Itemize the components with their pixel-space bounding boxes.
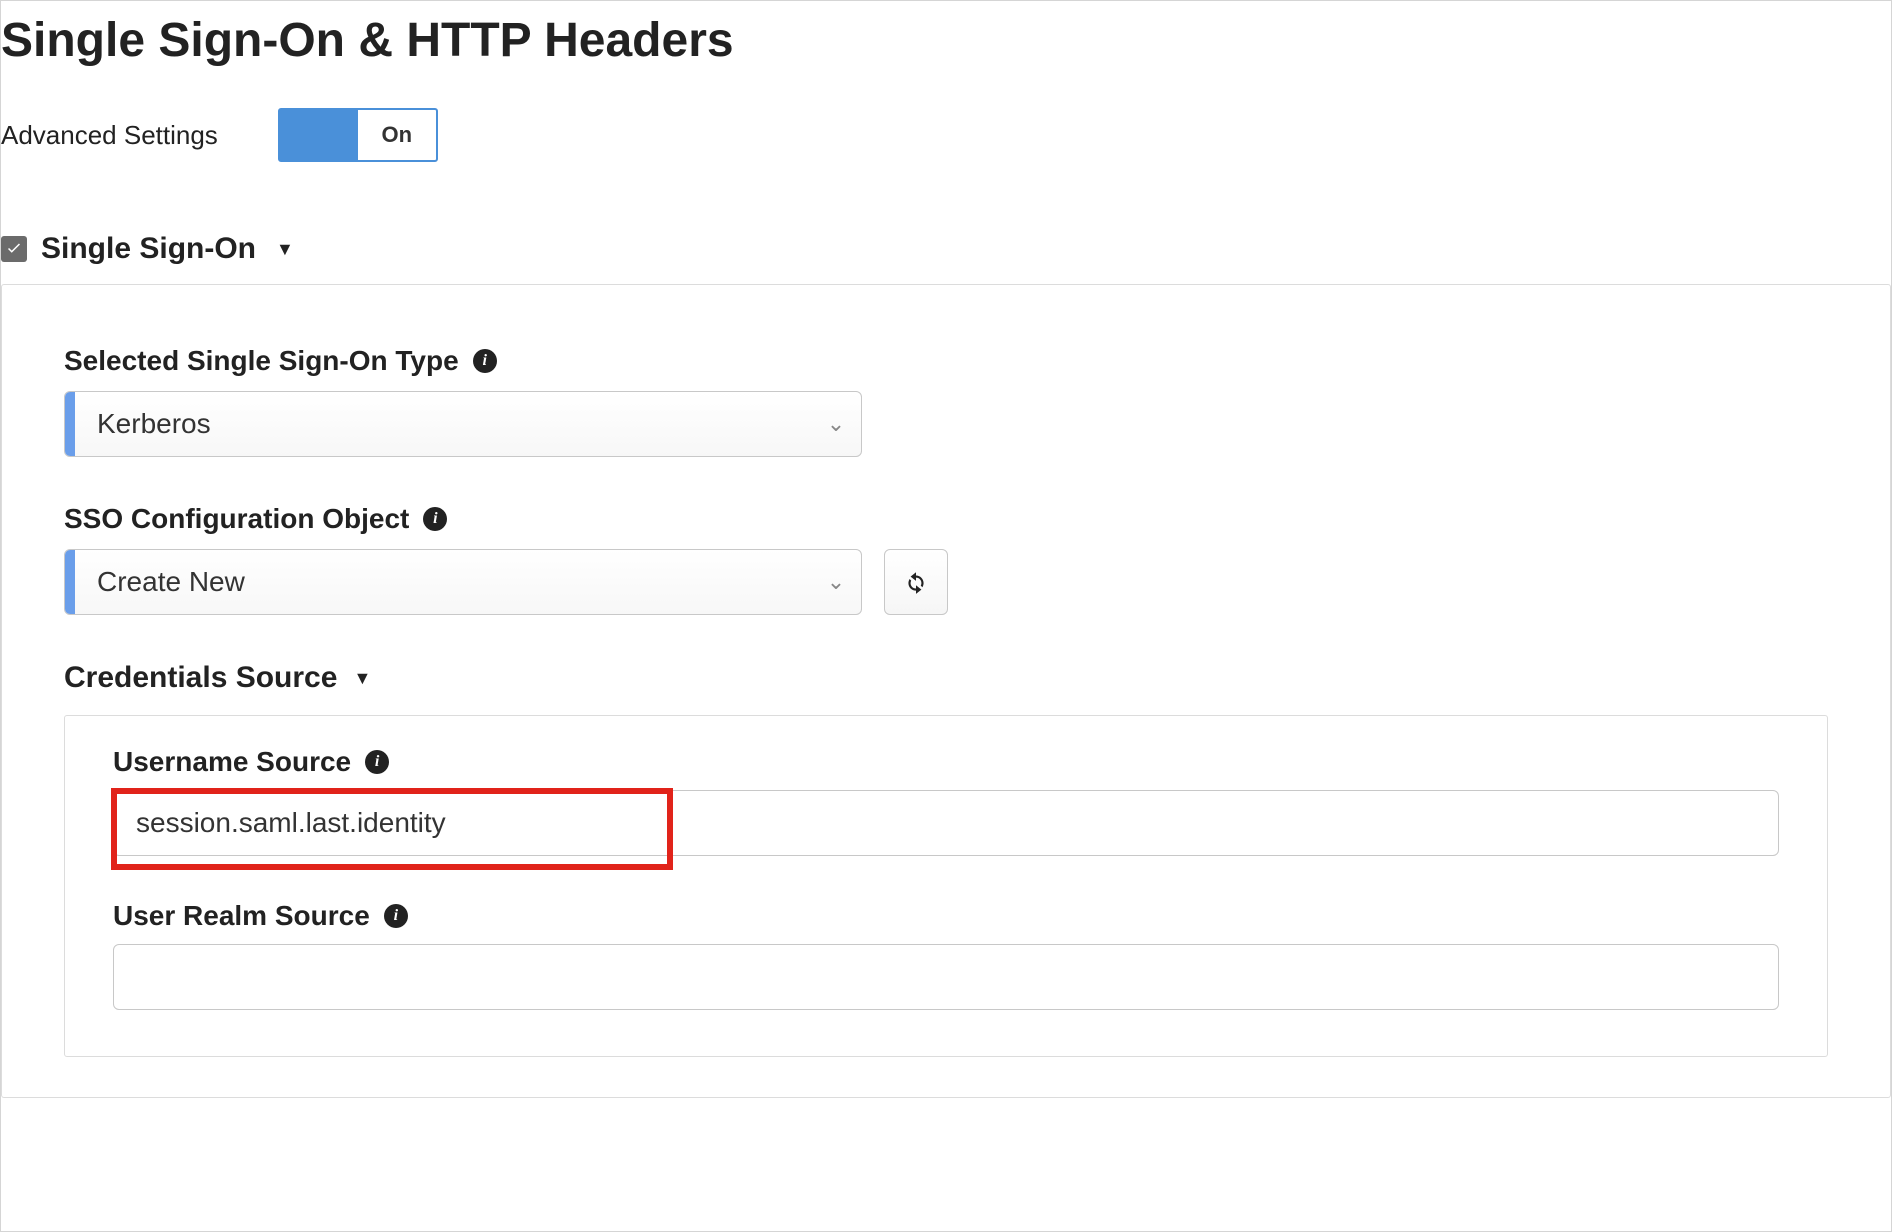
sso-config-label: SSO Configuration Object: [64, 503, 409, 535]
sso-type-select[interactable]: Kerberos ⌄: [64, 391, 862, 457]
refresh-icon: [903, 569, 929, 595]
toggle-knob-label: On: [358, 110, 436, 160]
credentials-panel: Username Source i User Realm Source i: [64, 715, 1828, 1057]
info-icon[interactable]: i: [384, 904, 408, 928]
sso-type-value: Kerberos: [75, 408, 811, 440]
sso-checkbox[interactable]: [1, 236, 27, 262]
sso-section-title: Single Sign-On: [41, 232, 256, 266]
username-source-label: Username Source: [113, 746, 351, 778]
advanced-settings-label: Advanced Settings: [1, 120, 218, 151]
credentials-source-title: Credentials Source: [64, 661, 337, 695]
username-source-input[interactable]: [113, 790, 1779, 856]
chevron-down-icon: ⌄: [811, 411, 861, 437]
sso-panel: Selected Single Sign-On Type i Kerberos …: [1, 284, 1891, 1098]
credentials-source-header[interactable]: Credentials Source ▼: [64, 661, 1828, 695]
info-icon[interactable]: i: [365, 750, 389, 774]
page-title: Single Sign-On & HTTP Headers: [1, 13, 1891, 68]
caret-down-icon: ▼: [276, 239, 294, 260]
sso-section-header[interactable]: Single Sign-On ▼: [1, 232, 1891, 266]
sso-type-label: Selected Single Sign-On Type: [64, 345, 459, 377]
user-realm-source-input[interactable]: [113, 944, 1779, 1010]
user-realm-source-label: User Realm Source: [113, 900, 370, 932]
caret-down-icon: ▼: [353, 668, 371, 689]
advanced-settings-toggle[interactable]: On: [278, 108, 438, 162]
refresh-button[interactable]: [884, 549, 948, 615]
select-accent: [65, 550, 75, 614]
toggle-track: [280, 110, 358, 160]
select-accent: [65, 392, 75, 456]
info-icon[interactable]: i: [423, 507, 447, 531]
sso-config-value: Create New: [75, 566, 811, 598]
sso-config-select[interactable]: Create New ⌄: [64, 549, 862, 615]
chevron-down-icon: ⌄: [811, 569, 861, 595]
check-icon: [5, 240, 23, 258]
info-icon[interactable]: i: [473, 349, 497, 373]
